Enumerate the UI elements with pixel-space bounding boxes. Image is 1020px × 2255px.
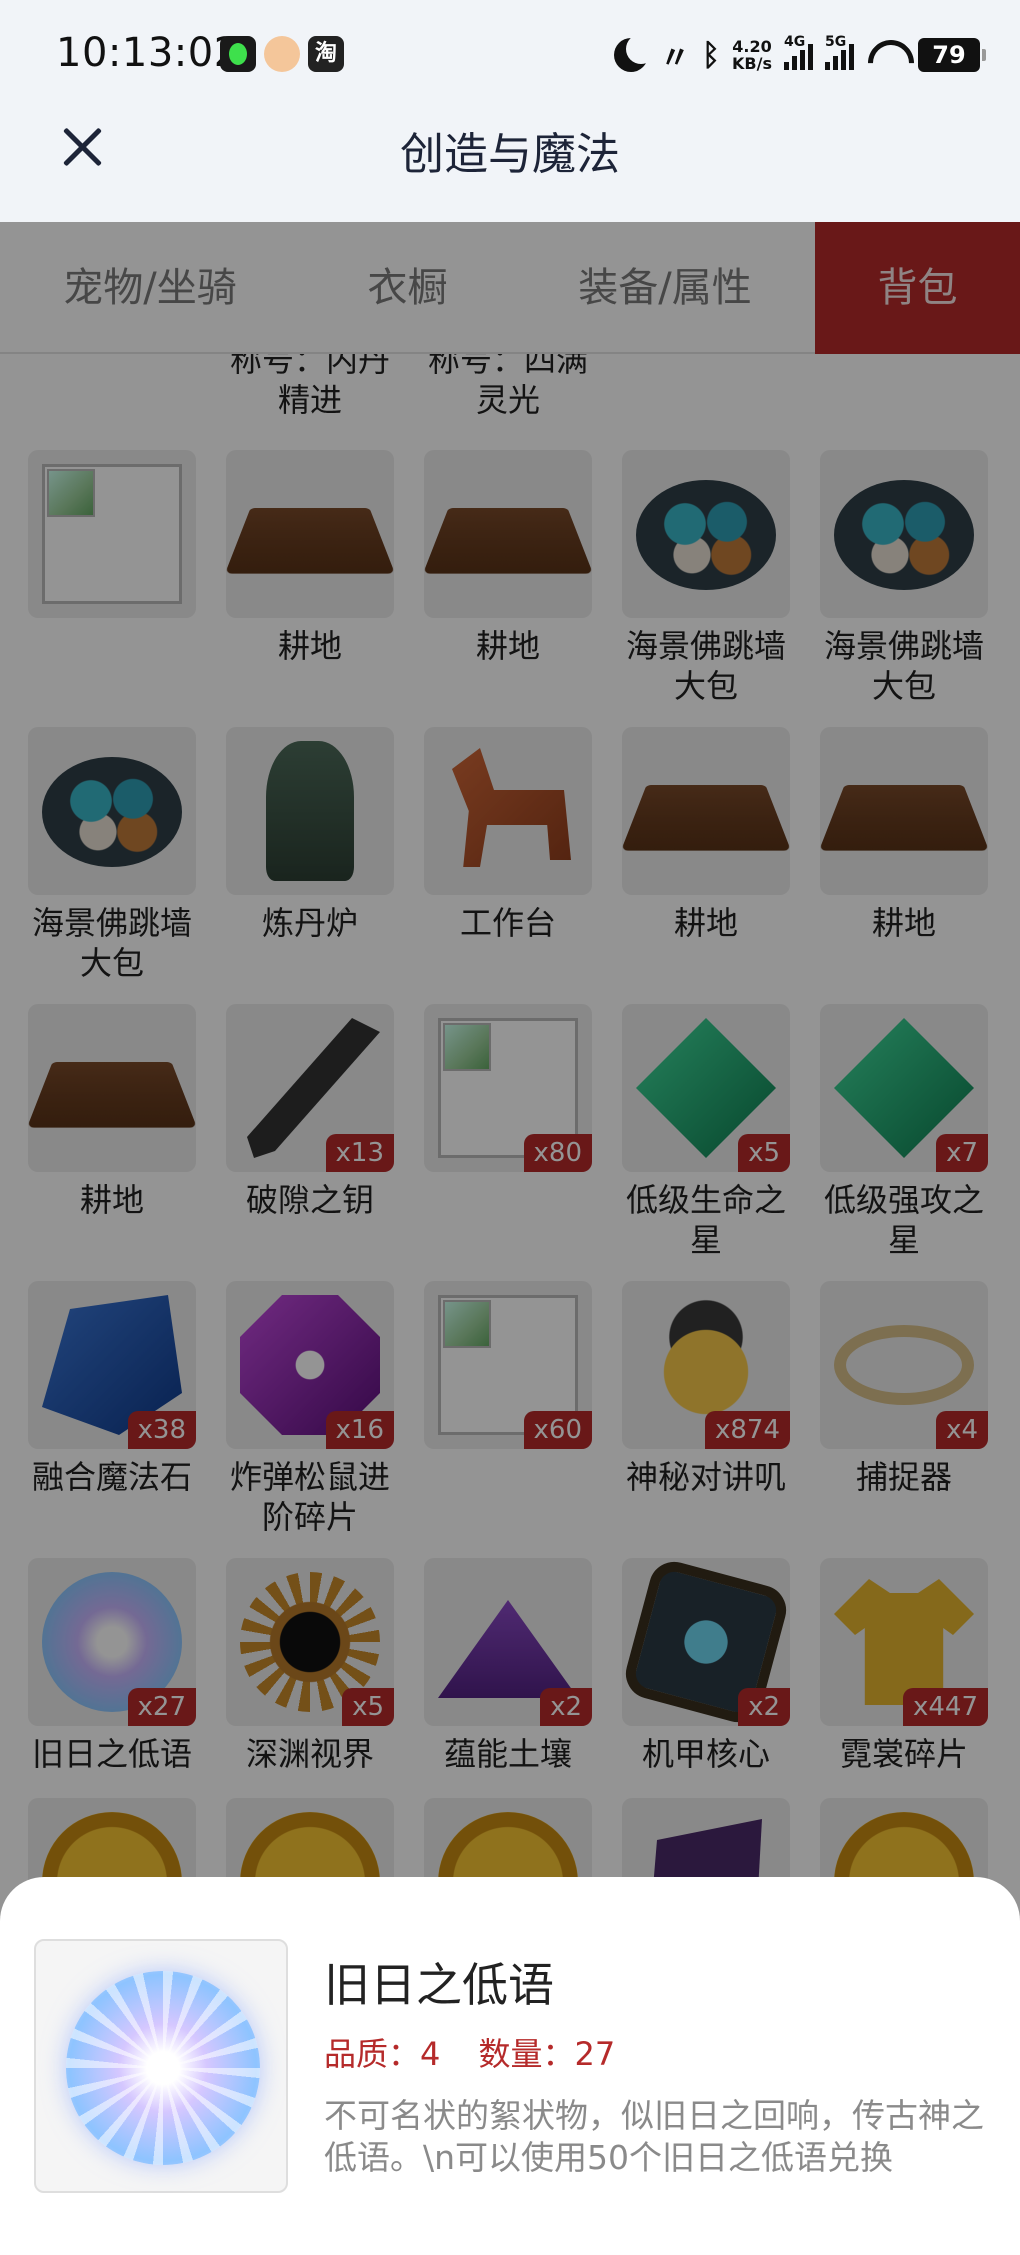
status-indicators: 〃 ᛒ 4.20 KB/s 4G 5G 79 (614, 30, 980, 80)
detail-item-description: 不可名状的絮状物，似旧日之回响，传古神之低语。\n可以使用50个旧日之低语兑换 (324, 2095, 994, 2179)
detail-item-count: 数量：27 (479, 2035, 616, 2073)
network-speed: 4.20 KB/s (732, 38, 772, 72)
item-detail-sheet: 旧日之低语 品质：4 数量：27 不可名状的絮状物，似旧日之回响，传古神之低语。… (0, 1877, 1020, 2255)
signal-5g-icon: 5G (825, 40, 854, 70)
taobao-app-icon: 淘 (308, 36, 344, 72)
signal-4g-label: 4G (784, 34, 805, 50)
status-time: 10:13:02 (56, 30, 240, 76)
do-not-disturb-icon (614, 38, 648, 72)
close-icon[interactable] (58, 122, 108, 172)
detail-item-quality: 品质：4 (324, 2035, 440, 2073)
signal-5g-label: 5G (825, 34, 846, 50)
detail-item-name: 旧日之低语 (324, 1949, 554, 2015)
nfc-icon: 〃 (660, 33, 690, 77)
detail-item-stats: 品质：4 数量：27 (324, 2029, 643, 2075)
orb-icon (66, 1971, 260, 2165)
network-speed-unit: KB/s (732, 55, 772, 72)
music-app-icon (220, 36, 256, 72)
mascot-app-icon (264, 36, 300, 72)
detail-item-thumbnail (34, 1939, 288, 2193)
network-speed-value: 4.20 (732, 38, 772, 55)
page-title: 创造与魔法 (0, 118, 1020, 182)
wifi-icon (866, 40, 906, 70)
battery-icon: 79 (918, 38, 980, 72)
bluetooth-icon: ᛒ (702, 38, 720, 73)
signal-4g-icon: 4G (784, 40, 813, 70)
status-bar: 10:13:02 淘 〃 ᛒ 4.20 KB/s 4G 5G 79 (0, 0, 1020, 110)
